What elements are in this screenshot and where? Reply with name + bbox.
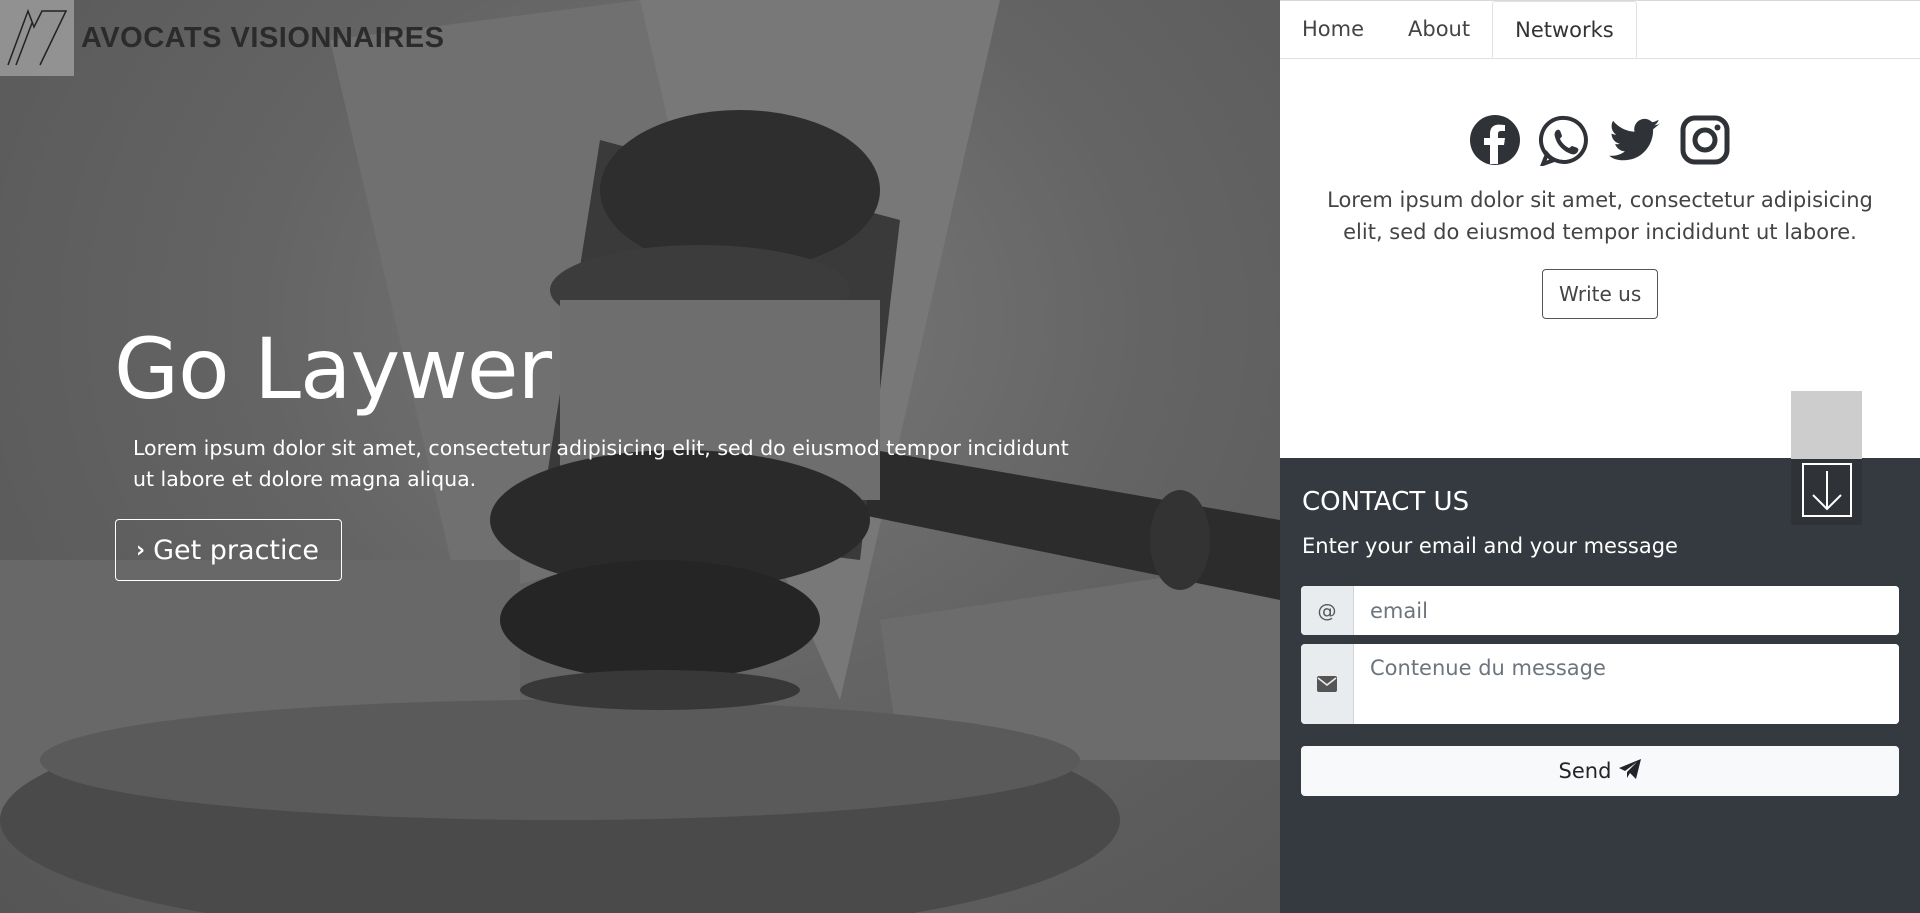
scroll-down-button[interactable] — [1791, 459, 1862, 525]
facebook-icon[interactable] — [1469, 114, 1521, 166]
social-links — [1280, 114, 1920, 166]
write-us-button[interactable]: Write us — [1542, 269, 1659, 319]
get-practice-label: Get practice — [153, 534, 319, 566]
contact-subtitle: Enter your email and your message — [1302, 534, 1678, 558]
hero-text: Lorem ipsum dolor sit amet, consectetur … — [133, 436, 1069, 491]
whatsapp-icon[interactable] — [1539, 114, 1591, 166]
message-field-group — [1301, 644, 1899, 724]
brand[interactable]: AVOCATS VISIONNAIRES — [0, 0, 444, 76]
tab-about[interactable]: About — [1386, 1, 1492, 57]
contact-section: CONTACT US Enter your email and your mes… — [1280, 458, 1920, 913]
chevron-right-icon: › — [136, 537, 146, 563]
panel-tabs: Home About Networks — [1280, 0, 1920, 59]
contact-title: CONTACT US — [1302, 487, 1470, 517]
tab-home[interactable]: Home — [1280, 1, 1386, 57]
paper-plane-icon — [1619, 758, 1642, 784]
send-button[interactable]: Send — [1301, 746, 1899, 796]
at-sign-addon: @ — [1301, 586, 1354, 635]
get-practice-button[interactable]: › Get practice — [115, 519, 342, 581]
email-field-group: @ — [1301, 586, 1899, 635]
tab-networks[interactable]: Networks — [1492, 1, 1637, 58]
brand-name: AVOCATS VISIONNAIRES — [81, 21, 445, 54]
hero-title: Go Laywer — [114, 320, 552, 418]
networks-text: Lorem ipsum dolor sit amet, consectetur … — [1327, 188, 1873, 244]
message-field[interactable] — [1354, 644, 1899, 724]
email-field[interactable] — [1354, 586, 1899, 635]
arrow-down-icon — [1801, 463, 1852, 521]
twitter-icon[interactable] — [1609, 114, 1661, 166]
av-logo-icon — [0, 0, 74, 76]
instagram-icon[interactable] — [1679, 114, 1731, 166]
hero-section: AVOCATS VISIONNAIRES Go Laywer Lorem ips… — [0, 0, 1280, 913]
send-label: Send — [1558, 759, 1612, 783]
scroll-button-highlight — [1791, 391, 1862, 459]
envelope-icon — [1301, 644, 1354, 724]
